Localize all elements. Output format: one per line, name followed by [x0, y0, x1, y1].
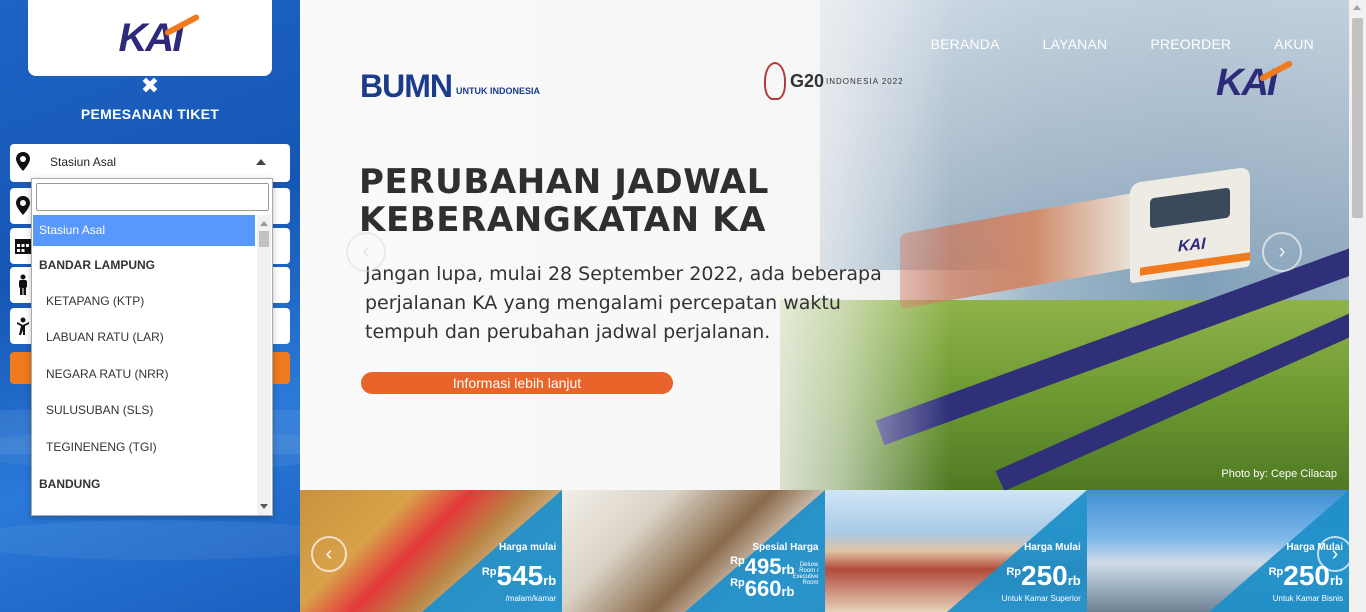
- hero-train-image: KAI: [900, 166, 1260, 310]
- map-pin-icon: [16, 152, 30, 171]
- sidebar-wave-decoration: [0, 520, 300, 560]
- station-option[interactable]: LABUAN RATU (LAR): [33, 319, 255, 356]
- more-info-button[interactable]: Informasi lebih lanjut: [361, 372, 673, 394]
- hotel-card[interactable]: Spesial Harga Rp495rb Rp660rb Deluxe Roo…: [562, 490, 825, 612]
- adult-icon: [19, 274, 27, 295]
- station-group-label: BANDAR LAMPUNG: [39, 258, 155, 272]
- page-scrollbar[interactable]: [1349, 0, 1366, 612]
- hotel-next-icon[interactable]: ›: [1317, 536, 1349, 572]
- station-option[interactable]: KETAPANG (KTP): [33, 283, 255, 320]
- g20-logo: G20 INDONESIA 2022: [764, 62, 904, 100]
- station-option[interactable]: NEGARA RATU (NRR): [33, 356, 255, 393]
- calendar-icon: [15, 239, 31, 254]
- station-option-list: Stasiun Asal BANDAR LAMPUNG KETAPANG (KTP)…: [33, 215, 255, 515]
- hotel-card[interactable]: Harga mulai Rp545rb /malam/kamar ‹: [300, 490, 563, 612]
- kai-logo: KAI: [119, 12, 200, 61]
- station-option[interactable]: SULUSUBAN (SLS): [33, 392, 255, 429]
- dropdown-scrollbar[interactable]: [257, 215, 271, 515]
- nav-beranda[interactable]: BERANDA: [931, 36, 1000, 52]
- nav-preorder[interactable]: PREORDER: [1150, 36, 1231, 52]
- train-kai-logo: KAI: [1178, 235, 1206, 256]
- origin-station-select[interactable]: Stasiun Asal: [10, 144, 290, 182]
- hotel-card[interactable]: Harga Mulai Rp250rb Untuk Kamar Superior: [824, 490, 1087, 612]
- station-option[interactable]: Stasiun Asal: [33, 215, 255, 246]
- hotel-card[interactable]: Harga Mulai Rp250rb Untuk Kamar Bisnis ›: [1086, 490, 1349, 612]
- scroll-up-icon[interactable]: [1353, 5, 1361, 10]
- hero-kai-logo[interactable]: KAI: [1216, 59, 1294, 105]
- chevron-up-icon: [256, 159, 266, 165]
- station-option[interactable]: BANDUNG (BD): [33, 502, 255, 516]
- map-pin-icon: [16, 196, 30, 215]
- kai-logo-box[interactable]: KAI: [28, 0, 272, 76]
- station-search-input[interactable]: [36, 183, 269, 211]
- carousel-prev-icon[interactable]: ‹: [346, 232, 386, 272]
- hero-description: Jangan lupa, mulai 28 September 2022, ad…: [365, 263, 882, 343]
- scrollbar-thumb[interactable]: [259, 231, 269, 247]
- bumn-logo: BUMN UNTUK INDONESIA: [360, 68, 540, 104]
- close-icon[interactable]: ✖: [140, 75, 160, 97]
- station-group-label: BANDUNG: [39, 477, 101, 491]
- photo-credit: Photo by: Cepe Cilacap: [1221, 468, 1337, 480]
- nav-akun[interactable]: AKUN: [1274, 36, 1314, 52]
- nav-layanan[interactable]: LAYANAN: [1043, 36, 1108, 52]
- hotel-prev-icon[interactable]: ‹: [311, 536, 347, 572]
- sidebar-title: PEMESANAN TIKET: [80, 106, 220, 122]
- station-option[interactable]: TEGINENENG (TGI): [33, 429, 255, 466]
- scroll-down-icon[interactable]: [260, 504, 268, 509]
- hero-headline: PERUBAHAN JADWAL KEBERANGKATAN KA: [359, 162, 769, 240]
- scrollbar-thumb[interactable]: [1352, 18, 1363, 218]
- scroll-up-icon[interactable]: [260, 221, 268, 226]
- origin-station-dropdown: Stasiun Asal BANDAR LAMPUNG KETAPANG (KTP)…: [31, 178, 273, 516]
- g20-emblem-icon: [764, 62, 786, 100]
- carousel-next-icon[interactable]: ›: [1262, 232, 1302, 272]
- child-icon: [17, 317, 29, 335]
- hotel-promo-strip: Harga mulai Rp545rb /malam/kamar ‹ Spesi…: [300, 490, 1349, 612]
- origin-station-value: Stasiun Asal: [50, 155, 117, 169]
- top-nav: BERANDA LAYANAN PREORDER AKUN: [888, 36, 1314, 52]
- hero-carousel: KAI BERANDA LAYANAN PREORDER AKUN KAI BU…: [300, 0, 1349, 490]
